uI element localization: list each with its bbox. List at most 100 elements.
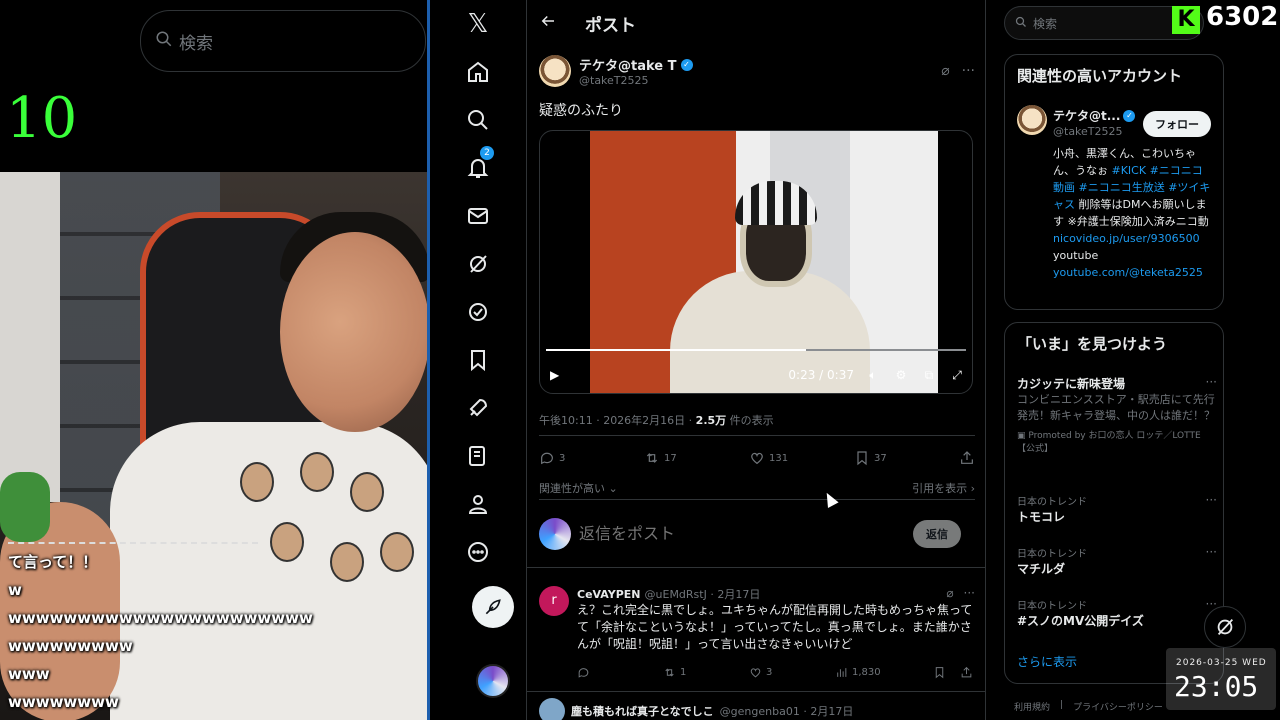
related-account-bio: 小舟、黒澤くん、こわいちゃん、うなぉ #KICK #ニコニコ動画 #ニコニコ生放… xyxy=(1053,145,1213,281)
related-account-name[interactable]: テケタ@t... ✓ xyxy=(1053,107,1136,124)
show-more-link[interactable]: さらに表示 xyxy=(1017,653,1077,670)
repost-action[interactable]: 1 xyxy=(663,666,749,679)
reply-author[interactable]: CeVAYPEN xyxy=(577,588,641,601)
volume-icon[interactable]: 🔈︎ xyxy=(864,368,882,383)
play-icon[interactable]: ▶ xyxy=(550,368,559,382)
follow-button[interactable]: フォロー xyxy=(1143,111,1211,137)
trend-item[interactable]: 日本のトレンド #スノのMV公開デイズ ··· xyxy=(1017,597,1217,629)
main-column: ポスト テケタ@take T ✓ @takeT2525 ⌀ ··· 疑惑のふたり xyxy=(526,0,986,720)
video-player[interactable]: ▶ 0:23 / 0:37 🔈︎ ⚙︎ ⧉ ⤢ xyxy=(539,130,973,394)
reply-author[interactable]: 塵も積もれば真子となでしこ xyxy=(571,703,714,719)
messages-icon[interactable] xyxy=(460,198,496,234)
clock-overlay: 2026-03-25 WED 23:05 xyxy=(1166,648,1276,710)
bio-link-youtube[interactable]: youtube.com/@teketa2525 xyxy=(1053,266,1203,279)
more-options-icon[interactable]: ··· xyxy=(962,63,975,79)
reply-composer: 返信 xyxy=(527,500,985,568)
explore-icon[interactable] xyxy=(460,102,496,138)
chat-comment: w xyxy=(8,581,22,599)
video-progress-bar[interactable] xyxy=(546,349,966,351)
reply-item[interactable]: r CeVAYPEN @uEMdRstJ · 2月17日 ⌀ ··· え？これ完… xyxy=(527,576,985,692)
terms-link[interactable]: 利用規約 xyxy=(1014,700,1050,713)
trend-item[interactable]: 日本のトレンド トモコレ ··· xyxy=(1017,493,1217,525)
x-logo[interactable]: 𝕏 xyxy=(460,6,496,42)
related-accounts-card: 関連性の高いアカウント テケタ@t... ✓ @takeT2525 フォロー 小… xyxy=(1004,54,1224,310)
grok-icon[interactable]: ⌀ xyxy=(946,586,953,600)
view-quotes-link[interactable]: 引用を表示 › xyxy=(912,480,975,499)
streamer-face xyxy=(280,232,428,432)
relevance-sort[interactable]: 関連性が高い ⌄ xyxy=(539,480,618,499)
privacy-link[interactable]: プライバシーポリシー xyxy=(1073,700,1163,713)
trend-item-promoted[interactable]: カジッテに新味登場 ··· コンビニエンスストア・駅売店にて先行発売！新キャラ登… xyxy=(1017,375,1217,454)
reply-avatar[interactable] xyxy=(539,698,565,720)
related-account-avatar[interactable] xyxy=(1017,105,1047,135)
bookmarks-icon[interactable] xyxy=(460,342,496,378)
author-handle[interactable]: @takeT2525 xyxy=(579,74,693,87)
views-action[interactable]: 1,830 xyxy=(835,666,921,679)
articles-icon[interactable] xyxy=(460,438,496,474)
share-icon[interactable] xyxy=(960,666,973,679)
profile-icon[interactable] xyxy=(460,486,496,522)
more-icon[interactable] xyxy=(460,534,496,570)
post-tools: ⌀ ··· xyxy=(941,63,975,79)
post-timestamp[interactable]: 午後10:11 · 2026年2月16日 · xyxy=(539,414,696,427)
author-avatar[interactable] xyxy=(539,55,571,87)
my-avatar xyxy=(539,517,571,550)
like-action[interactable]: 131 xyxy=(749,450,854,466)
reply-submit-button[interactable]: 返信 xyxy=(913,519,961,548)
author-name[interactable]: テケタ@take T ✓ xyxy=(579,55,693,74)
bio-rest: 削除等はDMへお願いします ※弁護士保険加入済みニコ動 xyxy=(1053,198,1209,228)
post-text: 疑惑のふたり xyxy=(539,103,623,119)
author-name-text: テケタ@take T xyxy=(579,59,677,74)
bookmark-action[interactable]: 37 xyxy=(854,450,959,466)
more-options-icon[interactable]: ··· xyxy=(1206,545,1217,559)
grok-icon[interactable] xyxy=(460,246,496,282)
plant xyxy=(0,472,50,542)
trends-card: 「いま」を見つけよう カジッテに新味登場 ··· コンビニエンスストア・駅売店に… xyxy=(1004,322,1224,684)
settings-icon[interactable]: ⚙︎ xyxy=(892,368,910,382)
chat-comments: て言って！！ w wwwwwwwwwwwwwwwwwwwwww wwwwwwww… xyxy=(8,548,313,716)
home-icon[interactable] xyxy=(460,54,496,90)
back-arrow-icon[interactable] xyxy=(539,12,557,34)
reply-avatar[interactable]: r xyxy=(539,586,569,616)
grok-icon xyxy=(1217,619,1234,635)
rocket-icon[interactable] xyxy=(460,390,496,426)
verified-orgs-icon[interactable] xyxy=(460,294,496,330)
account-avatar[interactable] xyxy=(476,664,510,698)
more-options-icon[interactable]: ··· xyxy=(1206,493,1217,507)
left-search-field[interactable]: 検索 xyxy=(140,10,426,72)
bookmark-icon[interactable] xyxy=(933,666,946,679)
reply-input[interactable] xyxy=(579,524,905,543)
counter-number: 10 xyxy=(6,86,78,151)
clock-date: 2026-03-25 WED xyxy=(1176,658,1267,668)
like-count: 3 xyxy=(766,667,773,678)
bookmark-icon xyxy=(857,451,867,466)
promoted-label: ▣ Promoted by お口の恋人 ロッテ／LOTTE【公式】 xyxy=(1017,428,1217,454)
curtain xyxy=(0,172,60,502)
repost-action[interactable]: 17 xyxy=(644,450,749,466)
bio-youtube-text: youtube xyxy=(1053,249,1099,262)
reply-action[interactable] xyxy=(577,666,663,679)
pip-icon[interactable]: ⧉ xyxy=(920,368,938,383)
fullscreen-icon[interactable]: ⤢ xyxy=(948,368,966,383)
share-action[interactable] xyxy=(959,450,975,466)
reply-item[interactable]: 塵も積もれば真子となでしこ @gengenba01 · 2月17日 xyxy=(527,696,985,720)
like-action[interactable]: 3 xyxy=(749,666,835,679)
verified-badge-icon: ✓ xyxy=(1123,109,1136,122)
post-views-suffix: 件の表示 xyxy=(726,414,774,427)
notifications-icon[interactable]: 2 xyxy=(460,146,496,186)
trend-item[interactable]: 日本のトレンド マチルダ ··· xyxy=(1017,545,1217,577)
bio-link-nicovideo[interactable]: nicovideo.jp/user/9306500 xyxy=(1053,232,1200,245)
grok-icon[interactable]: ⌀ xyxy=(941,63,949,79)
reply-action[interactable]: 3 xyxy=(539,450,644,466)
like-count: 131 xyxy=(769,452,789,464)
compose-button[interactable] xyxy=(472,586,514,628)
shirt-print xyxy=(300,452,334,492)
more-options-icon[interactable]: ··· xyxy=(964,586,975,600)
grok-floating-button[interactable] xyxy=(1204,606,1246,648)
more-options-icon[interactable]: ··· xyxy=(1206,375,1217,389)
related-account-name-text: テケタ@t... xyxy=(1053,109,1121,123)
promoted-by-text: Promoted by お口の恋人 ロッテ／LOTTE【公式】 xyxy=(1017,431,1201,454)
related-account-handle: @takeT2525 xyxy=(1053,125,1123,138)
reply-extra-actions xyxy=(933,666,973,679)
footer-links: 利用規約 | プライバシーポリシー xyxy=(1014,700,1163,713)
